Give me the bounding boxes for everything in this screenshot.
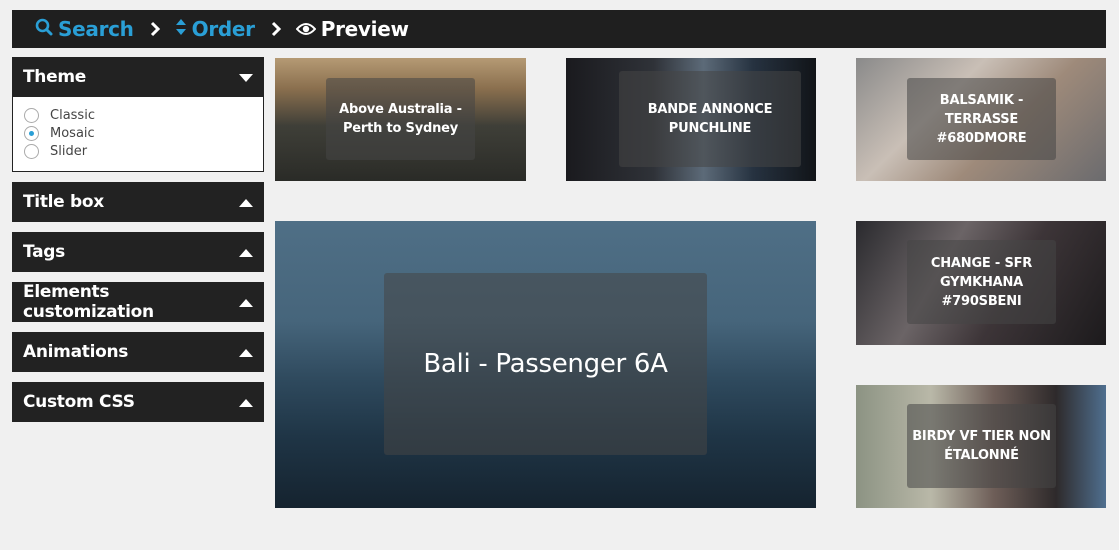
eye-icon	[295, 17, 317, 41]
custom-css-panel-header[interactable]: Custom CSS	[12, 382, 264, 422]
video-title: CHANGE - SFR GYMKHANA #790SBENI	[907, 240, 1056, 324]
caret-up-icon	[239, 342, 253, 362]
sort-icon	[175, 17, 187, 41]
breadcrumb-preview-label: Preview	[320, 17, 409, 41]
theme-option-label: Mosaic	[50, 125, 95, 141]
chevron-right-icon	[271, 21, 282, 37]
panel-title: Custom CSS	[23, 392, 135, 412]
video-tile-featured[interactable]: Bali - Passenger 6A	[275, 221, 816, 508]
theme-option-classic[interactable]: Classic	[24, 106, 263, 124]
theme-option-label: Classic	[50, 107, 95, 123]
theme-option-slider[interactable]: Slider	[24, 142, 263, 160]
theme-options: Classic Mosaic Slider	[12, 97, 264, 172]
search-icon	[35, 17, 53, 41]
video-title: BALSAMIK - TERRASSE #680DMORE	[907, 78, 1056, 160]
breadcrumb-order[interactable]: Order	[175, 17, 255, 41]
breadcrumb-search-label: Search	[58, 17, 134, 41]
video-tile[interactable]: BIRDY VF TIER NON ÉTALONNÉ	[856, 385, 1106, 508]
radio-classic[interactable]	[24, 107, 39, 123]
breadcrumb-search[interactable]: Search	[35, 17, 134, 41]
theme-option-mosaic[interactable]: Mosaic	[24, 124, 263, 142]
breadcrumb-preview[interactable]: Preview	[295, 17, 409, 41]
video-tile[interactable]: BANDE ANNONCE PUNCHLINE	[566, 58, 816, 181]
panel-title: Elements customization	[23, 282, 154, 322]
video-title: Above Australia - Perth to Sydney	[326, 78, 475, 160]
theme-panel-title: Theme	[23, 67, 86, 87]
panel-title: Tags	[23, 242, 65, 262]
theme-option-label: Slider	[50, 143, 88, 159]
panel-title: Animations	[23, 342, 129, 362]
radio-slider[interactable]	[24, 143, 39, 159]
breadcrumb-order-label: Order	[191, 17, 255, 41]
panel-title: Title box	[23, 192, 104, 212]
video-tile[interactable]: BALSAMIK - TERRASSE #680DMORE	[856, 58, 1106, 181]
caret-down-icon	[239, 67, 253, 87]
elements-customization-panel-header[interactable]: Elements customization	[12, 282, 264, 322]
caret-up-icon	[239, 292, 253, 312]
caret-up-icon	[239, 242, 253, 262]
video-tile[interactable]: CHANGE - SFR GYMKHANA #790SBENI	[856, 221, 1106, 345]
video-tile[interactable]: Above Australia - Perth to Sydney	[275, 58, 526, 181]
breadcrumb: Search Order Preview	[12, 10, 1106, 48]
animations-panel-header[interactable]: Animations	[12, 332, 264, 372]
video-title: Bali - Passenger 6A	[384, 273, 707, 455]
title-box-panel-header[interactable]: Title box	[12, 182, 264, 222]
tags-panel-header[interactable]: Tags	[12, 232, 264, 272]
video-title: BIRDY VF TIER NON ÉTALONNÉ	[907, 404, 1056, 488]
video-title: BANDE ANNONCE PUNCHLINE	[619, 71, 801, 167]
radio-mosaic[interactable]	[24, 125, 39, 141]
theme-panel-header[interactable]: Theme	[12, 57, 264, 97]
caret-up-icon	[239, 392, 253, 412]
chevron-right-icon	[150, 21, 161, 37]
caret-up-icon	[239, 192, 253, 212]
